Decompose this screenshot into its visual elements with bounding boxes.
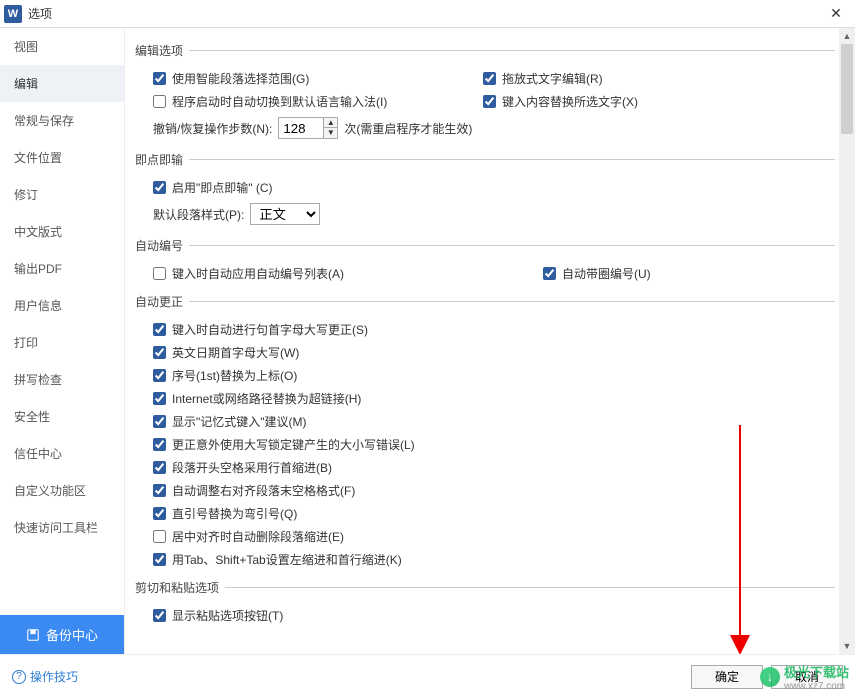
nav-item-13[interactable]: 快速访问工具栏 [0,509,124,546]
nav-item-2[interactable]: 常规与保存 [0,102,124,139]
legend-auto-correct: 自动更正 [135,293,189,310]
default-style-label: 默认段落样式(P): [153,206,244,223]
chk-apply-list[interactable]: 键入时自动应用自动编号列表(A) [135,262,525,285]
nav-item-9[interactable]: 拼写检查 [0,361,124,398]
chk-circle-number[interactable]: 自动带圈编号(U) [525,262,835,285]
undo-steps-suffix: 次(需重启程序才能生效) [344,120,472,137]
legend-cut-paste: 剪切和粘贴选项 [135,579,225,596]
default-style-select[interactable]: 正文 [250,203,320,225]
nav-item-3[interactable]: 文件位置 [0,139,124,176]
ok-button[interactable]: 确定 [691,665,763,689]
app-icon: W [4,5,22,23]
nav-item-4[interactable]: 修订 [0,176,124,213]
undo-steps-label: 撤销/恢复操作步数(N): [153,120,272,137]
chk-enable-clicktype[interactable]: 启用"即点即输" (C) [135,176,835,199]
undo-steps-input[interactable] [279,118,323,138]
chk-autocorrect-9[interactable]: 居中对齐时自动删除段落缩进(E) [135,525,835,548]
chk-autocorrect-2[interactable]: 序号(1st)替换为上标(O) [135,364,835,387]
nav-item-5[interactable]: 中文版式 [0,213,124,250]
spin-up[interactable]: ▲ [323,118,337,128]
section-edit-options: 编辑选项 使用智能段落选择范围(G) 拖放式文字编辑(R) 程序启动时自动切换到… [135,42,835,143]
legend-click-type: 即点即输 [135,151,189,168]
chk-auto-ime[interactable]: 程序启动时自动切换到默认语言输入法(I) [135,90,465,113]
nav-item-6[interactable]: 输出PDF [0,250,124,287]
spin-down[interactable]: ▼ [323,128,337,138]
footer: ? 操作技巧 确定 取消 [0,654,855,698]
nav-item-10[interactable]: 安全性 [0,398,124,435]
help-label: 操作技巧 [30,668,78,685]
help-link[interactable]: ? 操作技巧 [12,668,78,685]
legend-edit-options: 编辑选项 [135,42,189,59]
scroll-up-arrow[interactable]: ▲ [839,28,855,44]
cancel-button[interactable]: 取消 [771,665,843,689]
chk-autocorrect-5[interactable]: 更正意外使用大写锁定键产生的大小写错误(L) [135,433,835,456]
scroll-thumb[interactable] [841,44,853,134]
undo-steps-spinner[interactable]: ▲▼ [278,117,338,139]
nav-item-7[interactable]: 用户信息 [0,287,124,324]
section-cut-paste: 剪切和粘贴选项 显示粘贴选项按钮(T) [135,579,835,627]
close-button[interactable]: ✕ [821,5,851,22]
nav-item-0[interactable]: 视图 [0,28,124,65]
backup-center-button[interactable]: 备份中心 [0,615,124,654]
chk-autocorrect-6[interactable]: 段落开头空格采用行首缩进(B) [135,456,835,479]
chk-autocorrect-8[interactable]: 直引号替换为弯引号(Q) [135,502,835,525]
chk-drag-text[interactable]: 拖放式文字编辑(R) [465,67,835,90]
section-click-type: 即点即输 启用"即点即输" (C) 默认段落样式(P): 正文 [135,151,835,229]
chk-autocorrect-4[interactable]: 显示"记忆式键入"建议(M) [135,410,835,433]
chk-autocorrect-0[interactable]: 键入时自动进行句首字母大写更正(S) [135,318,835,341]
nav-item-11[interactable]: 信任中心 [0,435,124,472]
help-icon: ? [12,670,26,684]
nav-item-12[interactable]: 自定义功能区 [0,472,124,509]
legend-auto-number: 自动编号 [135,237,189,254]
chk-replace-selection[interactable]: 键入内容替换所选文字(X) [465,90,835,113]
chk-autocorrect-10[interactable]: 用Tab、Shift+Tab设置左缩进和首行缩进(K) [135,548,835,571]
section-auto-number: 自动编号 键入时自动应用自动编号列表(A) 自动带圈编号(U) [135,237,835,285]
backup-icon [26,628,40,642]
backup-label: 备份中心 [46,625,98,644]
section-auto-correct: 自动更正 键入时自动进行句首字母大写更正(S)英文日期首字母大写(W)序号(1s… [135,293,835,571]
content-area: 编辑选项 使用智能段落选择范围(G) 拖放式文字编辑(R) 程序启动时自动切换到… [125,28,855,654]
nav-item-1[interactable]: 编辑 [0,65,124,102]
window-title: 选项 [28,5,821,22]
chk-autocorrect-1[interactable]: 英文日期首字母大写(W) [135,341,835,364]
vertical-scrollbar[interactable]: ▲ ▼ [839,28,855,654]
chk-smart-paragraph[interactable]: 使用智能段落选择范围(G) [135,67,465,90]
titlebar: W 选项 ✕ [0,0,855,28]
scroll-down-arrow[interactable]: ▼ [839,638,855,654]
sidebar: 视图编辑常规与保存文件位置修订中文版式输出PDF用户信息打印拼写检查安全性信任中… [0,28,125,654]
nav-list: 视图编辑常规与保存文件位置修订中文版式输出PDF用户信息打印拼写检查安全性信任中… [0,28,124,615]
chk-autocorrect-3[interactable]: Internet或网络路径替换为超链接(H) [135,387,835,410]
nav-item-8[interactable]: 打印 [0,324,124,361]
chk-autocorrect-7[interactable]: 自动调整右对齐段落末空格格式(F) [135,479,835,502]
chk-show-paste-btn[interactable]: 显示粘贴选项按钮(T) [135,604,835,627]
